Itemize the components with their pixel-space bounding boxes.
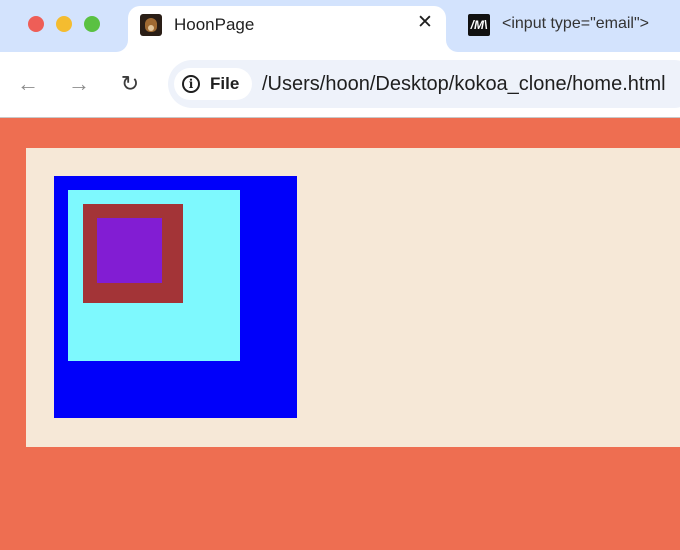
tab-strip: HoonPage ✕ /M\ <input type="email"> [0, 0, 680, 52]
address-bar[interactable]: i File /Users/hoon/Desktop/kokoa_clone/h… [168, 60, 680, 108]
tab-input-email[interactable]: /M\ <input type="email"> [458, 6, 680, 46]
dog-photo-favicon-icon [140, 14, 162, 36]
back-arrow-icon[interactable]: ← [16, 72, 40, 96]
purple-box [97, 218, 162, 283]
window-minimize-button[interactable] [56, 16, 72, 32]
site-info-label: File [210, 74, 240, 93]
info-icon: i [182, 75, 200, 93]
url-text[interactable]: /Users/hoon/Desktop/kokoa_clone/home.htm… [262, 73, 666, 96]
reload-icon[interactable]: ↻ [118, 72, 142, 96]
blue-box [54, 176, 297, 418]
browser-toolbar: ← → ↻ i File /Users/hoon/Desktop/kokoa_c… [0, 52, 680, 118]
cyan-box [68, 190, 240, 361]
tab-hoonpage[interactable]: HoonPage ✕ [128, 6, 446, 52]
brown-box [83, 204, 183, 303]
tab-title: HoonPage [174, 15, 255, 34]
page-viewport [0, 119, 680, 550]
site-info-chip[interactable]: i File [174, 68, 252, 100]
tab-title: <input type="email"> [502, 15, 650, 32]
page-container [26, 148, 680, 447]
mdn-favicon-icon: /M\ [468, 14, 490, 36]
window-maximize-button[interactable] [84, 16, 100, 32]
forward-arrow-icon[interactable]: → [67, 72, 91, 96]
window-close-button[interactable] [28, 16, 44, 32]
close-icon[interactable]: ✕ [414, 12, 436, 34]
